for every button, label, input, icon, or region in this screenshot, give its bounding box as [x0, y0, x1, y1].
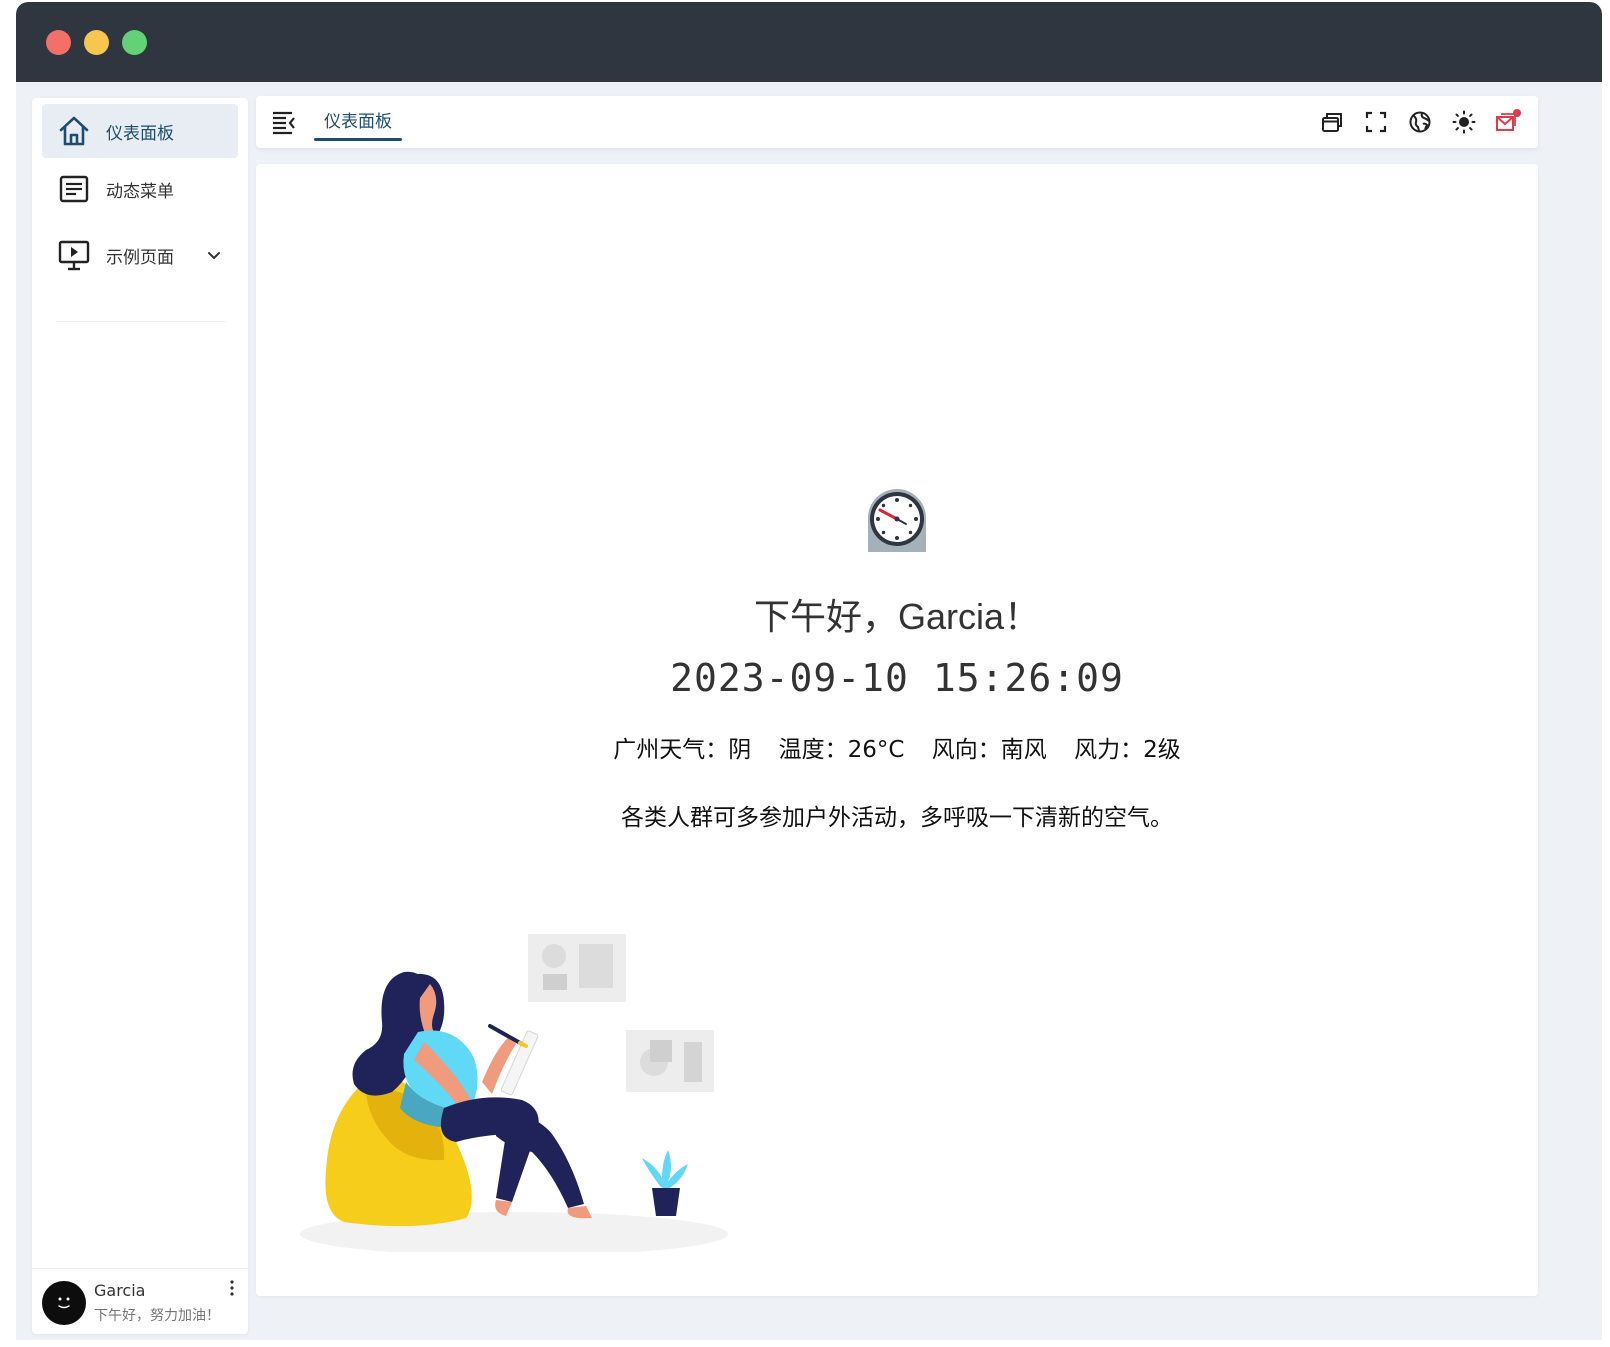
sidebar-divider [56, 321, 226, 322]
weather-temperature: 温度：26°C [778, 737, 905, 763]
user-card[interactable]: Garcia 下午好，努力加油！ [32, 1268, 248, 1334]
sidebar-item-label: 动态菜单 [106, 181, 174, 202]
weather-wind-direction: 风向：南风 [931, 737, 1047, 763]
sidebar-item-label: 示例页面 [106, 247, 174, 268]
user-name: Garcia [94, 1281, 146, 1300]
maximize-window-button[interactable] [122, 30, 147, 55]
document-list-icon [56, 171, 92, 207]
more-vertical-icon[interactable] [228, 1279, 236, 1297]
sun-icon[interactable] [1450, 108, 1478, 136]
dashboard-content: 下午好，Garcia！ 2023-09-10 15:26:09 广州天气：阴 温… [256, 164, 1538, 1296]
weather-city: 广州天气：阴 [613, 737, 752, 763]
window-titlebar [16, 2, 1602, 82]
current-datetime: 2023-09-10 15:26:09 [670, 656, 1124, 700]
fullscreen-icon[interactable] [1362, 108, 1390, 136]
globe-icon[interactable] [1406, 108, 1434, 136]
sidebar: 仪表面板 动态菜单 示例页面 Garcia 下午好，努力加油！ [32, 98, 248, 1334]
monitor-play-icon [56, 237, 92, 273]
window-restore-icon[interactable] [1318, 108, 1346, 136]
sidebar-item-examples[interactable]: 示例页面 [42, 228, 238, 282]
sidebar-item-dashboard[interactable]: 仪表面板 [42, 104, 238, 158]
user-subtitle: 下午好，努力加油！ [94, 1308, 220, 1324]
chevron-down-icon[interactable] [204, 245, 224, 265]
close-window-button[interactable] [46, 30, 71, 55]
menu-collapse-icon[interactable] [270, 108, 300, 136]
home-icon [56, 113, 92, 149]
reading-woman-illustration [296, 932, 736, 1256]
minimize-window-button[interactable] [84, 30, 109, 55]
avatar[interactable] [42, 1281, 86, 1325]
weather-advice: 各类人群可多参加户外活动，多呼吸一下清新的空气。 [621, 805, 1173, 831]
active-tab-indicator [314, 138, 402, 141]
weather-wind-force: 风力：2级 [1074, 737, 1181, 763]
sidebar-item-dynamic-menu[interactable]: 动态菜单 [42, 162, 238, 216]
mail-notification-icon[interactable] [1494, 108, 1522, 136]
app-window: 仪表面板 动态菜单 示例页面 Garcia 下午好，努力加油！ 仪表面板 下午好… [16, 2, 1602, 1340]
top-bar: 仪表面板 [256, 96, 1538, 148]
sidebar-item-label: 仪表面板 [106, 123, 174, 144]
tab-dashboard[interactable]: 仪表面板 [314, 96, 402, 142]
weather-info: 广州天气：阴 温度：26°C 风向：南风 风力：2级 [256, 730, 1538, 764]
alarm-clock-icon [860, 482, 934, 558]
greeting-text: 下午好，Garcia！ [753, 596, 1041, 637]
